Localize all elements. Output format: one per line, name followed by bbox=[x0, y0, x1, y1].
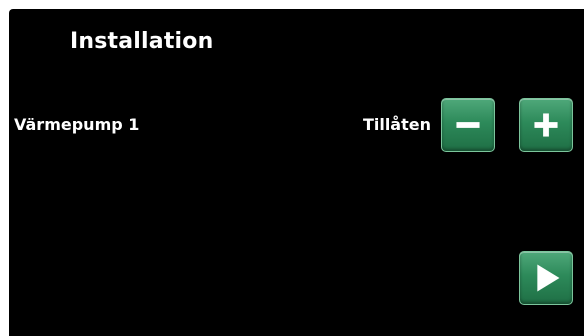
setting-label: Värmepump 1 bbox=[14, 115, 140, 134]
decrease-button[interactable] bbox=[441, 98, 495, 152]
plus-icon bbox=[534, 113, 558, 137]
minus-icon bbox=[456, 122, 480, 128]
increase-button[interactable] bbox=[519, 98, 573, 152]
display-screen: Installation Värmepump 1 Tillåten bbox=[9, 9, 584, 336]
page-title: Installation bbox=[70, 29, 214, 54]
next-button[interactable] bbox=[519, 251, 573, 305]
setting-value: Tillåten bbox=[362, 115, 431, 134]
play-arrow-icon bbox=[537, 264, 560, 292]
